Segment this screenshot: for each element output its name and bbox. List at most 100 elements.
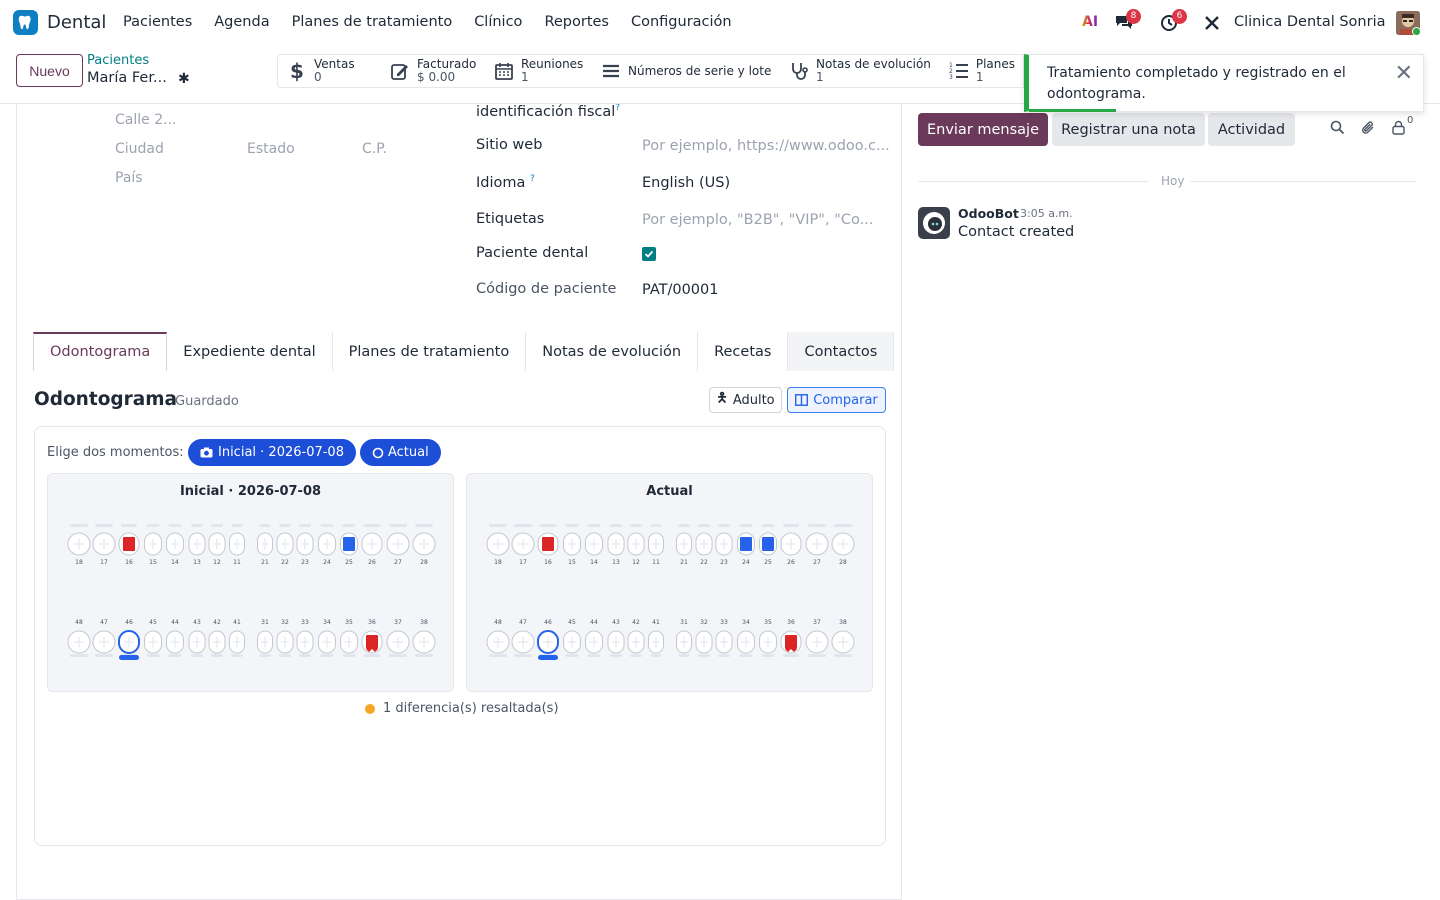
tooth-24[interactable]: 24 xyxy=(737,524,755,566)
tooth-36[interactable]: 36 xyxy=(361,619,383,657)
tooth-45[interactable]: 45 xyxy=(144,619,162,657)
help-icon[interactable]: ? xyxy=(530,174,535,184)
send-message-button[interactable]: Enviar mensaje xyxy=(918,113,1048,146)
smart-button-series-lotes[interactable]: Números de serie y lote xyxy=(592,54,781,88)
user-avatar[interactable] xyxy=(1396,11,1420,35)
moment-current-chip[interactable]: Actual xyxy=(360,439,441,466)
tooth-22[interactable]: 22 xyxy=(276,524,294,566)
tooth-35[interactable]: 35 xyxy=(340,619,358,657)
tooth-24[interactable]: 24 xyxy=(318,524,336,566)
tooth-18[interactable]: 18 xyxy=(67,524,91,566)
tooth-25[interactable]: 25 xyxy=(759,524,777,566)
tooth-35[interactable]: 35 xyxy=(759,619,777,657)
smart-button-facturado[interactable]: Facturado $ 0.00 xyxy=(381,54,486,88)
app-name[interactable]: Dental xyxy=(47,12,106,33)
followers-icon[interactable]: 0 xyxy=(1392,115,1413,139)
tooth-44[interactable]: 44 xyxy=(166,619,184,657)
tooth-45[interactable]: 45 xyxy=(563,619,581,657)
tooth-47[interactable]: 47 xyxy=(511,619,535,657)
tooth-18[interactable]: 18 xyxy=(486,524,510,566)
tooth-41[interactable]: 41 xyxy=(229,619,245,657)
tooth-14[interactable]: 14 xyxy=(166,524,184,566)
tab-expediente[interactable]: Expediente dental xyxy=(167,332,333,371)
menu-item-agenda[interactable]: Agenda xyxy=(203,14,280,30)
tooth-38[interactable]: 38 xyxy=(412,619,436,657)
tooth-47[interactable]: 47 xyxy=(92,619,116,657)
paperclip-icon[interactable] xyxy=(1361,120,1376,140)
tooth-15[interactable]: 15 xyxy=(563,524,581,566)
tab-contactos[interactable]: Contactos xyxy=(788,332,895,371)
tooth-16[interactable]: 16 xyxy=(537,524,559,566)
tooth-44[interactable]: 44 xyxy=(585,619,603,657)
tooth-31[interactable]: 31 xyxy=(676,619,692,657)
tooth-26[interactable]: 26 xyxy=(780,524,802,566)
tooth-34[interactable]: 34 xyxy=(737,619,755,657)
tab-planes[interactable]: Planes de tratamiento xyxy=(332,332,527,371)
tooth-17[interactable]: 17 xyxy=(511,524,535,566)
tooth-48[interactable]: 48 xyxy=(486,619,510,657)
tooth-14[interactable]: 14 xyxy=(585,524,603,566)
menu-item-planes[interactable]: Planes de tratamiento xyxy=(281,14,464,30)
tooth-15[interactable]: 15 xyxy=(144,524,162,566)
gear-icon[interactable]: ✱ xyxy=(178,71,190,87)
close-icon[interactable]: ✕ xyxy=(1395,61,1413,86)
activity-clock-icon[interactable]: 6 xyxy=(1160,9,1187,32)
moment-initial-chip[interactable]: Inicial · 2026-07-08 xyxy=(188,439,356,466)
tooth-23[interactable]: 23 xyxy=(715,524,733,566)
tab-odontograma[interactable]: Odontograma xyxy=(33,332,168,371)
help-icon[interactable]: ? xyxy=(615,104,620,113)
tooth-34[interactable]: 34 xyxy=(318,619,336,657)
tooth-37[interactable]: 37 xyxy=(805,619,829,657)
company-switcher[interactable]: Clinica Dental Sonria xyxy=(1234,14,1386,30)
menu-item-clinico[interactable]: Clínico xyxy=(463,14,533,30)
tooth-27[interactable]: 27 xyxy=(805,524,829,566)
tooth-38[interactable]: 38 xyxy=(831,619,855,657)
tooth-33[interactable]: 33 xyxy=(296,619,314,657)
tooth-32[interactable]: 32 xyxy=(276,619,294,657)
smart-button-notas[interactable]: Notas de evolución 1 xyxy=(780,54,941,88)
activity-button[interactable]: Actividad xyxy=(1208,113,1295,146)
smart-button-ventas[interactable]: $ Ventas 0 xyxy=(277,54,382,88)
tools-icon[interactable] xyxy=(1203,14,1223,34)
menu-item-pacientes[interactable]: Pacientes xyxy=(112,14,203,30)
tooth-13[interactable]: 13 xyxy=(188,524,206,566)
state-field[interactable]: Estado xyxy=(247,141,295,157)
tooth-22[interactable]: 22 xyxy=(695,524,713,566)
odoobot-avatar[interactable] xyxy=(918,207,950,239)
tooth-42[interactable]: 42 xyxy=(627,619,645,657)
tooth-25[interactable]: 25 xyxy=(340,524,358,566)
tooth-42[interactable]: 42 xyxy=(208,619,226,657)
tooth-27[interactable]: 27 xyxy=(386,524,410,566)
tooth-41[interactable]: 41 xyxy=(648,619,664,657)
messages-icon[interactable]: 8 xyxy=(1114,9,1141,32)
smart-button-planes[interactable]: 123 Planes 1 xyxy=(940,54,1024,88)
tooth-17[interactable]: 17 xyxy=(92,524,116,566)
website-input[interactable]: Por ejemplo, https://www.odoo.c... xyxy=(642,138,890,154)
tooth-icon[interactable] xyxy=(13,10,38,35)
language-select[interactable]: English (US) xyxy=(642,175,730,191)
adult-toggle-button[interactable]: 🯅 Adulto xyxy=(709,387,782,413)
tooth-36[interactable]: 36 xyxy=(780,619,802,657)
tooth-11[interactable]: 11 xyxy=(229,524,245,566)
dental-patient-checkbox[interactable] xyxy=(642,247,656,261)
new-button[interactable]: Nuevo xyxy=(16,54,83,87)
log-note-button[interactable]: Registrar una nota xyxy=(1052,113,1205,146)
breadcrumb-parent[interactable]: Pacientes xyxy=(87,53,149,68)
tooth-28[interactable]: 28 xyxy=(412,524,436,566)
tooth-32[interactable]: 32 xyxy=(695,619,713,657)
tooth-43[interactable]: 43 xyxy=(607,619,625,657)
message-author[interactable]: OdooBot xyxy=(958,206,1019,221)
tab-ventas[interactable]: Ve xyxy=(894,332,901,371)
tooth-11[interactable]: 11 xyxy=(648,524,664,566)
tooth-43[interactable]: 43 xyxy=(188,619,206,657)
tooth-33[interactable]: 33 xyxy=(715,619,733,657)
tab-recetas[interactable]: Recetas xyxy=(698,332,789,371)
menu-item-reportes[interactable]: Reportes xyxy=(533,14,620,30)
tooth-46[interactable]: 46 xyxy=(537,619,559,660)
tooth-21[interactable]: 21 xyxy=(676,524,692,566)
tooth-26[interactable]: 26 xyxy=(361,524,383,566)
tooth-16[interactable]: 16 xyxy=(118,524,140,566)
tooth-28[interactable]: 28 xyxy=(831,524,855,566)
tooth-46[interactable]: 46 xyxy=(118,619,140,660)
search-icon[interactable] xyxy=(1330,120,1345,139)
